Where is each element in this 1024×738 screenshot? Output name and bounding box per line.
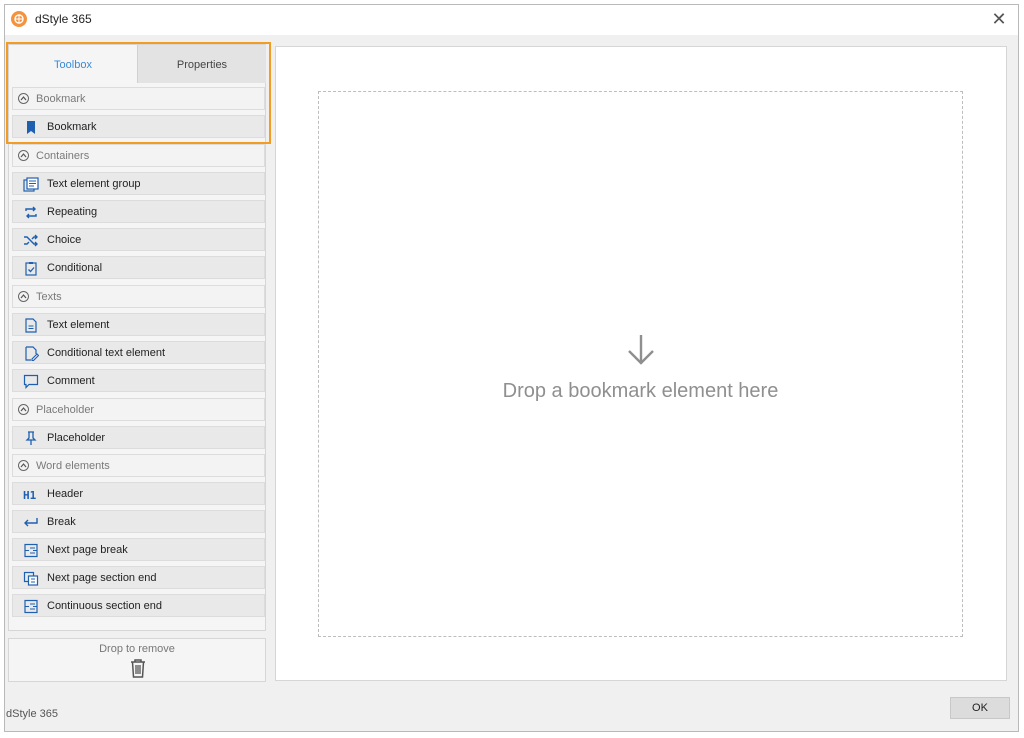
toolbox-item-placeholder[interactable]: Placeholder <box>12 426 265 449</box>
item-label: Next page break <box>47 544 128 556</box>
toolbox-item-next-page-break[interactable]: Next page break <box>12 538 265 561</box>
clipboard-check-icon <box>25 262 37 276</box>
return-arrow-icon <box>24 518 38 527</box>
bookmark-dropzone[interactable]: Drop a bookmark element here <box>318 91 963 637</box>
item-label: Choice <box>47 234 82 246</box>
section-label: Containers <box>36 150 90 162</box>
tab-toolbox[interactable]: Toolbox <box>9 45 137 83</box>
section-end-icon <box>23 571 39 586</box>
item-label: Placeholder <box>47 432 106 444</box>
svg-text:H1: H1 <box>23 489 37 502</box>
section-header-containers[interactable]: Containers <box>12 144 265 167</box>
toolbox-item-conditional-text-element[interactable]: Conditional text element <box>12 341 265 364</box>
toolbox-item-text-element-group[interactable]: Text element group <box>12 172 265 195</box>
toolbox-item-break[interactable]: Break <box>12 510 265 533</box>
page-break-icon <box>24 543 38 558</box>
section-header-bookmark[interactable]: Bookmark <box>12 87 265 110</box>
continuous-section-icon <box>24 599 38 614</box>
section-header-word-elements[interactable]: Word elements <box>12 454 265 477</box>
app-logo-icon <box>11 11 27 27</box>
toolbox-item-text-element[interactable]: Text element <box>12 313 265 336</box>
toolbox-item-header[interactable]: H1 Header <box>12 482 265 505</box>
document-icon <box>25 318 37 333</box>
document-edit-icon <box>25 346 39 361</box>
comment-icon <box>23 374 39 389</box>
item-label: Break <box>47 516 76 528</box>
section-label: Bookmark <box>36 93 86 105</box>
toolbox-item-continuous-section-end[interactable]: Continuous section end <box>12 594 265 617</box>
toolbox-panel: Toolbox Properties Bookmark Bookmark Con… <box>8 44 266 631</box>
pin-icon <box>25 431 37 445</box>
item-label: Comment <box>47 375 95 387</box>
section-header-texts[interactable]: Texts <box>12 285 265 308</box>
shuffle-icon <box>24 234 38 247</box>
close-icon[interactable]: ✕ <box>988 8 1010 30</box>
ok-button[interactable]: OK <box>950 697 1010 719</box>
window-title: dStyle 365 <box>35 12 92 26</box>
item-label: Bookmark <box>47 121 97 133</box>
item-label: Continuous section end <box>47 600 162 612</box>
trash-icon <box>131 659 145 678</box>
section-label: Texts <box>36 291 62 303</box>
arrow-down-icon <box>628 335 654 365</box>
text-group-icon <box>23 177 39 192</box>
toolbox-item-repeating[interactable]: Repeating <box>12 200 265 223</box>
toolbox-item-choice[interactable]: Choice <box>12 228 265 251</box>
toolbox-item-next-page-section-end[interactable]: Next page section end <box>12 566 265 589</box>
dropzone-text: Drop a bookmark element here <box>502 380 779 402</box>
section-label: Placeholder <box>36 404 95 416</box>
chevron-up-icon <box>18 404 29 415</box>
title-bar: dStyle 365 ✕ <box>5 5 1018 35</box>
section-header-placeholder[interactable]: Placeholder <box>12 398 265 421</box>
item-label: Next page section end <box>47 572 157 584</box>
tab-properties[interactable]: Properties <box>137 45 266 83</box>
item-label: Header <box>47 488 84 500</box>
item-label: Text element group <box>47 178 141 190</box>
chevron-up-icon <box>18 291 29 302</box>
canvas-panel: Drop a bookmark element here <box>275 46 1007 681</box>
drop-to-remove-label: Drop to remove <box>99 643 175 655</box>
chevron-up-icon <box>18 150 29 161</box>
item-label: Conditional text element <box>47 347 166 359</box>
chevron-up-icon <box>18 460 29 471</box>
tab-bar: Toolbox Properties <box>9 45 267 83</box>
item-label: Text element <box>47 319 110 331</box>
item-label: Repeating <box>47 206 98 218</box>
toolbox-item-comment[interactable]: Comment <box>12 369 265 392</box>
item-label: Conditional <box>47 262 103 274</box>
toolbox-item-conditional[interactable]: Conditional <box>12 256 265 279</box>
bookmark-icon <box>27 121 35 134</box>
chevron-up-icon <box>18 93 29 104</box>
h1-icon: H1 <box>23 489 37 502</box>
repeat-icon <box>25 206 37 219</box>
footer-title: dStyle 365 <box>6 708 58 720</box>
toolbox-item-bookmark[interactable]: Bookmark <box>12 115 265 138</box>
drop-to-remove-area[interactable]: Drop to remove <box>8 638 266 682</box>
section-label: Word elements <box>36 460 110 472</box>
